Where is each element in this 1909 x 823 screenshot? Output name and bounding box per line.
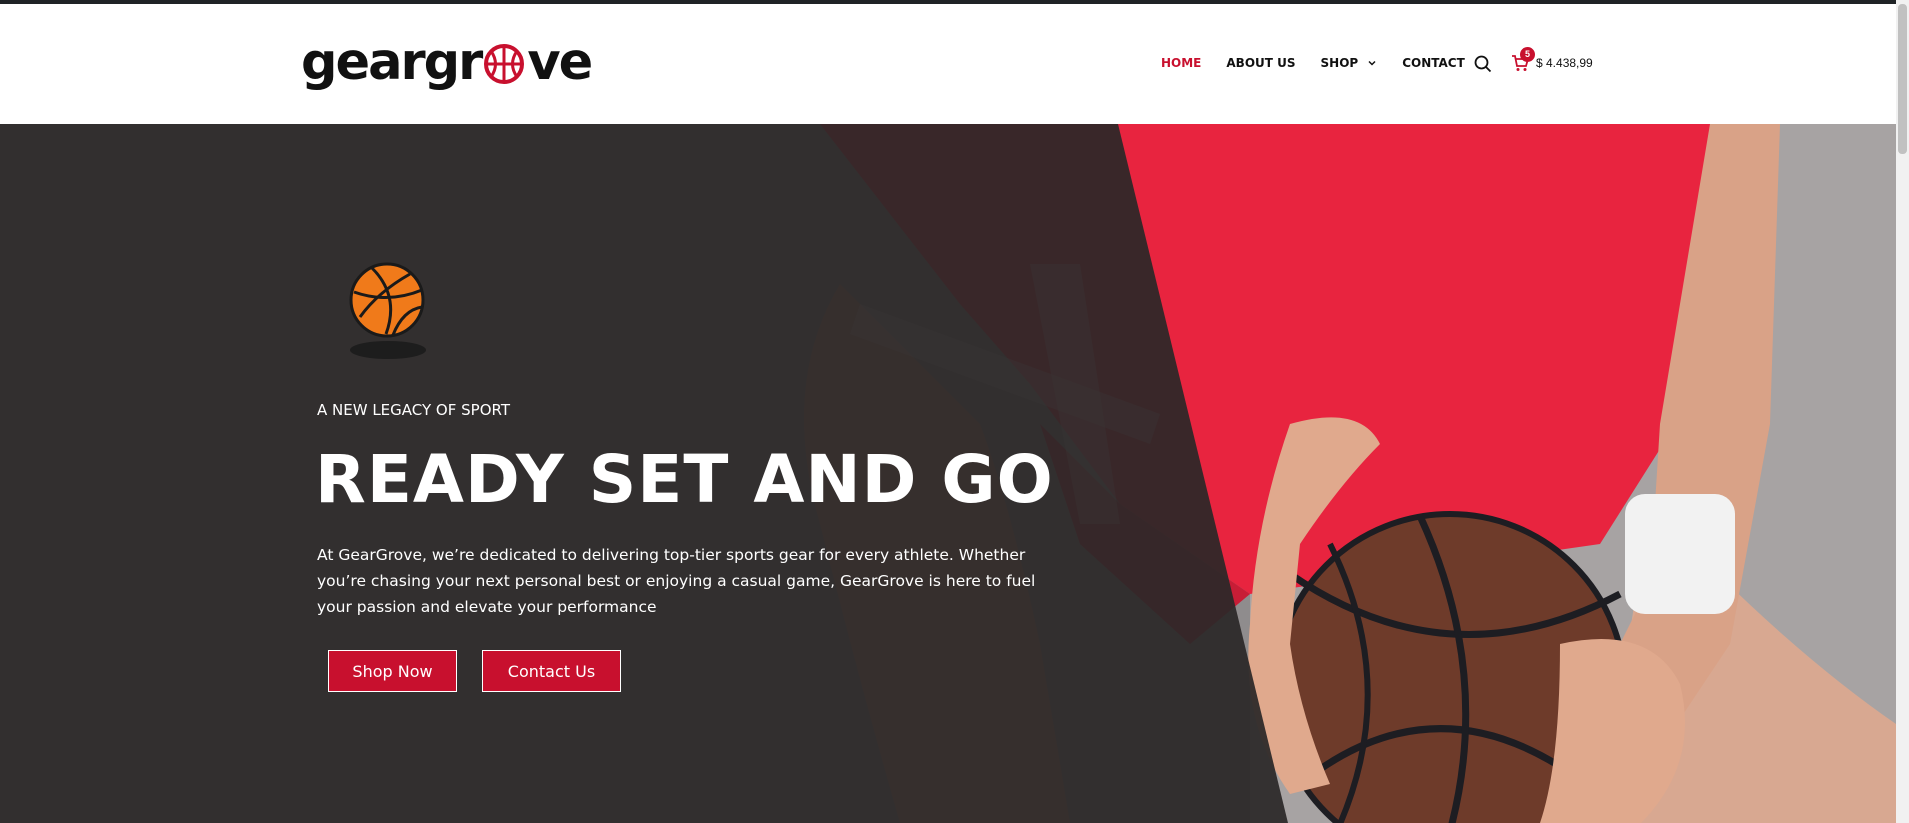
nav-item-label: SHOP [1320,56,1359,70]
nav-item-label: ABOUT US [1226,56,1296,70]
nav-item-contact[interactable]: CONTACT [1402,56,1465,70]
cart-total[interactable]: $ 4.438,99 [1536,56,1593,70]
nav-item-about-us[interactable]: ABOUT US [1226,56,1295,70]
site-logo[interactable]: geargr ve [301,32,593,92]
page-scrollbar[interactable] [1896,0,1909,823]
scrollbar-thumb[interactable] [1898,4,1907,154]
nav-item-home[interactable]: HOME [1161,56,1201,70]
main-nav: HOME ABOUT US SHOP CONTACT [1161,56,1490,70]
hero-headline: READY SET AND GO [315,441,1054,518]
contact-us-button[interactable]: Contact Us [482,650,621,692]
shop-now-button[interactable]: Shop Now [328,650,457,692]
logo-basketball-icon [484,44,525,84]
site-header [0,4,1896,124]
nav-item-label: CONTACT [1402,56,1465,70]
nav-item-label: HOME [1161,56,1202,70]
logo-text-right: ve [527,32,593,92]
logo-text-left: geargr [301,32,483,92]
nav-item-shop[interactable]: SHOP [1321,56,1378,70]
basketball-icon [349,262,426,359]
cart-count-badge: 5 [1520,47,1535,62]
chevron-down-icon [1368,60,1376,66]
search-icon[interactable] [1474,55,1492,73]
hero-tagline: A NEW LEGACY OF SPORT [317,401,510,419]
hero-description: At GearGrove, we’re dedicated to deliver… [317,546,1036,616]
